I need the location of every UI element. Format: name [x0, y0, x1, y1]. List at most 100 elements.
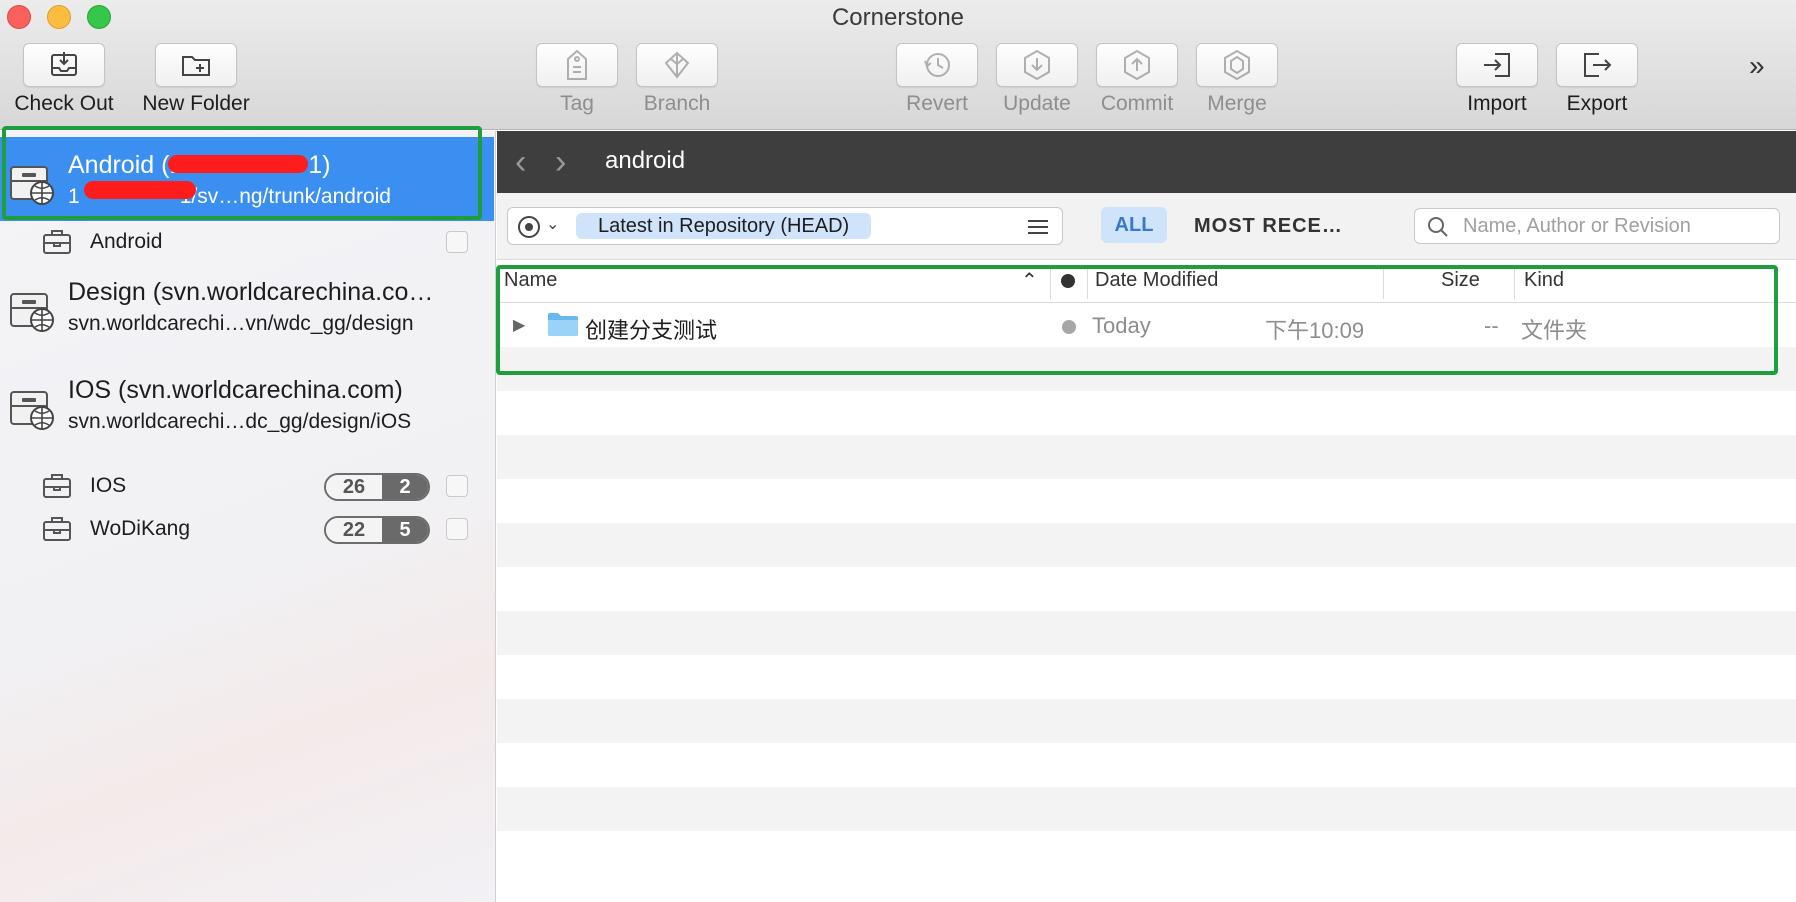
filter-all-button[interactable]: ALL	[1101, 207, 1167, 243]
search-field[interactable]	[1414, 208, 1780, 244]
update-label: Update	[1003, 92, 1071, 115]
import-button[interactable]: Import	[1456, 43, 1538, 116]
working-copy-checkbox[interactable]	[446, 518, 468, 540]
path-bar: ‹ › android	[497, 131, 1796, 193]
merge-label: Merge	[1207, 92, 1267, 115]
table-row[interactable]: ▶ 创建分支测试 Today 下午10:09 -- 文件夹	[497, 303, 1796, 347]
repository-name: Android (1	[68, 151, 184, 179]
table-row-background	[497, 567, 1796, 611]
revision-token: Latest in Repository (HEAD)	[576, 213, 872, 239]
table-header: Name ⌃ Date Modified Size Kind	[497, 261, 1796, 303]
file-browser-table: Name ⌃ Date Modified Size Kind ▶ 创建分支测试 …	[497, 261, 1796, 902]
checkout-label: Check Out	[14, 92, 114, 115]
export-label: Export	[1566, 92, 1628, 115]
target-icon	[518, 216, 540, 238]
working-copy-checkbox[interactable]	[446, 231, 468, 253]
repository-url-tail: 1/sv…ng/trunk/android	[179, 185, 391, 208]
filter-most-recent-button[interactable]: MOST RECE…	[1194, 215, 1343, 238]
column-header-size[interactable]: Size	[1441, 269, 1480, 292]
merge-icon	[1224, 49, 1250, 81]
working-copy-label: Android	[90, 230, 163, 253]
disclosure-triangle-icon[interactable]: ▶	[513, 315, 525, 335]
table-row-background	[497, 611, 1796, 655]
table-row-background	[497, 435, 1796, 479]
table-row-background	[497, 347, 1796, 391]
update-icon	[1024, 49, 1050, 81]
column-header-name[interactable]: Name	[504, 269, 557, 292]
repository-item-design[interactable]: Design (svn.worldcarechina.co… svn.world…	[0, 264, 494, 348]
checkout-button[interactable]: Check Out	[14, 43, 114, 116]
table-row-background	[497, 831, 1796, 875]
repository-icon	[10, 293, 54, 332]
back-button[interactable]: ‹	[515, 143, 526, 182]
repository-url: svn.worldcarechi…vn/wdc_gg/design	[68, 312, 414, 335]
export-icon	[1584, 53, 1612, 77]
tag-icon	[567, 49, 587, 80]
repository-item-android[interactable]: Android (1 1) 1 1/sv…ng/trunk/android	[0, 137, 494, 221]
change-count-badge: 26 2	[324, 473, 430, 501]
column-header-date[interactable]: Date Modified	[1095, 269, 1218, 292]
forward-button[interactable]: ›	[555, 143, 566, 182]
import-label: Import	[1467, 92, 1527, 115]
filter-bar: ⌄ Latest in Repository (HEAD) ALL MOST R…	[497, 193, 1796, 260]
folder-icon	[548, 313, 578, 336]
badge-modified-count: 26	[326, 475, 382, 499]
working-copy-item-android[interactable]: Android	[0, 222, 494, 262]
revert-button[interactable]: Revert	[896, 43, 978, 116]
repository-name-tail: 1)	[308, 151, 331, 179]
working-copy-icon	[43, 230, 71, 254]
table-row-background	[497, 699, 1796, 743]
window-toolbar: Cornerstone Check Out New Folder Tag Bra…	[0, 0, 1796, 130]
import-icon	[1484, 53, 1510, 77]
repository-url: 1	[68, 185, 80, 208]
branch-button[interactable]: Branch	[636, 43, 718, 116]
table-row-background	[497, 523, 1796, 567]
current-path-title: android	[605, 147, 686, 174]
working-copy-icon	[43, 517, 71, 541]
commit-label: Commit	[1100, 92, 1174, 115]
repository-name: Design (svn.worldcarechina.co…	[68, 278, 434, 306]
table-row-background	[497, 787, 1796, 831]
column-divider[interactable]	[1383, 265, 1384, 299]
repository-item-ios[interactable]: IOS (svn.worldcarechina.com) svn.worldca…	[0, 362, 494, 446]
new-folder-icon	[182, 56, 210, 76]
list-menu-icon[interactable]	[1028, 216, 1048, 238]
window-title: Cornerstone	[831, 4, 965, 31]
working-copy-icon	[43, 474, 71, 498]
search-icon	[1428, 217, 1448, 237]
working-copy-checkbox[interactable]	[446, 475, 468, 497]
badge-modified-count: 22	[326, 518, 382, 542]
tag-label: Tag	[560, 92, 594, 115]
chevron-down-icon: ⌄	[546, 216, 560, 233]
table-row-background	[497, 655, 1796, 699]
working-copy-item-wodikang[interactable]: WoDiKang 22 5	[0, 509, 494, 549]
redaction-mark	[84, 181, 196, 199]
badge-pending-count: 5	[382, 518, 428, 542]
export-button[interactable]: Export	[1556, 43, 1638, 116]
branch-label: Branch	[643, 92, 711, 115]
file-size: --	[1484, 313, 1499, 338]
repository-name: IOS (svn.worldcarechina.com)	[68, 376, 403, 404]
column-divider[interactable]	[1050, 265, 1051, 299]
table-row-background	[497, 743, 1796, 787]
revert-label: Revert	[906, 92, 968, 115]
search-input[interactable]	[1463, 213, 1763, 239]
commit-button[interactable]: Commit	[1096, 43, 1178, 116]
new-folder-label: New Folder	[142, 92, 250, 115]
new-folder-button[interactable]: New Folder	[142, 43, 250, 116]
column-divider[interactable]	[1087, 265, 1088, 299]
status-column-icon[interactable]	[1061, 274, 1075, 288]
table-row-background	[497, 479, 1796, 523]
toolbar-overflow-button[interactable]: »	[1749, 50, 1764, 82]
column-header-kind[interactable]: Kind	[1524, 269, 1564, 292]
redaction-mark	[168, 155, 308, 173]
update-button[interactable]: Update	[996, 43, 1078, 116]
merge-button[interactable]: Merge	[1196, 43, 1278, 116]
revision-selector[interactable]: ⌄ Latest in Repository (HEAD)	[507, 207, 1063, 245]
checkout-icon	[51, 52, 77, 76]
column-divider[interactable]	[1514, 265, 1515, 299]
file-name: 创建分支测试	[585, 318, 718, 343]
working-copy-item-ios[interactable]: IOS 26 2	[0, 466, 494, 506]
tag-button[interactable]: Tag	[536, 43, 618, 116]
status-dot	[1062, 320, 1076, 334]
